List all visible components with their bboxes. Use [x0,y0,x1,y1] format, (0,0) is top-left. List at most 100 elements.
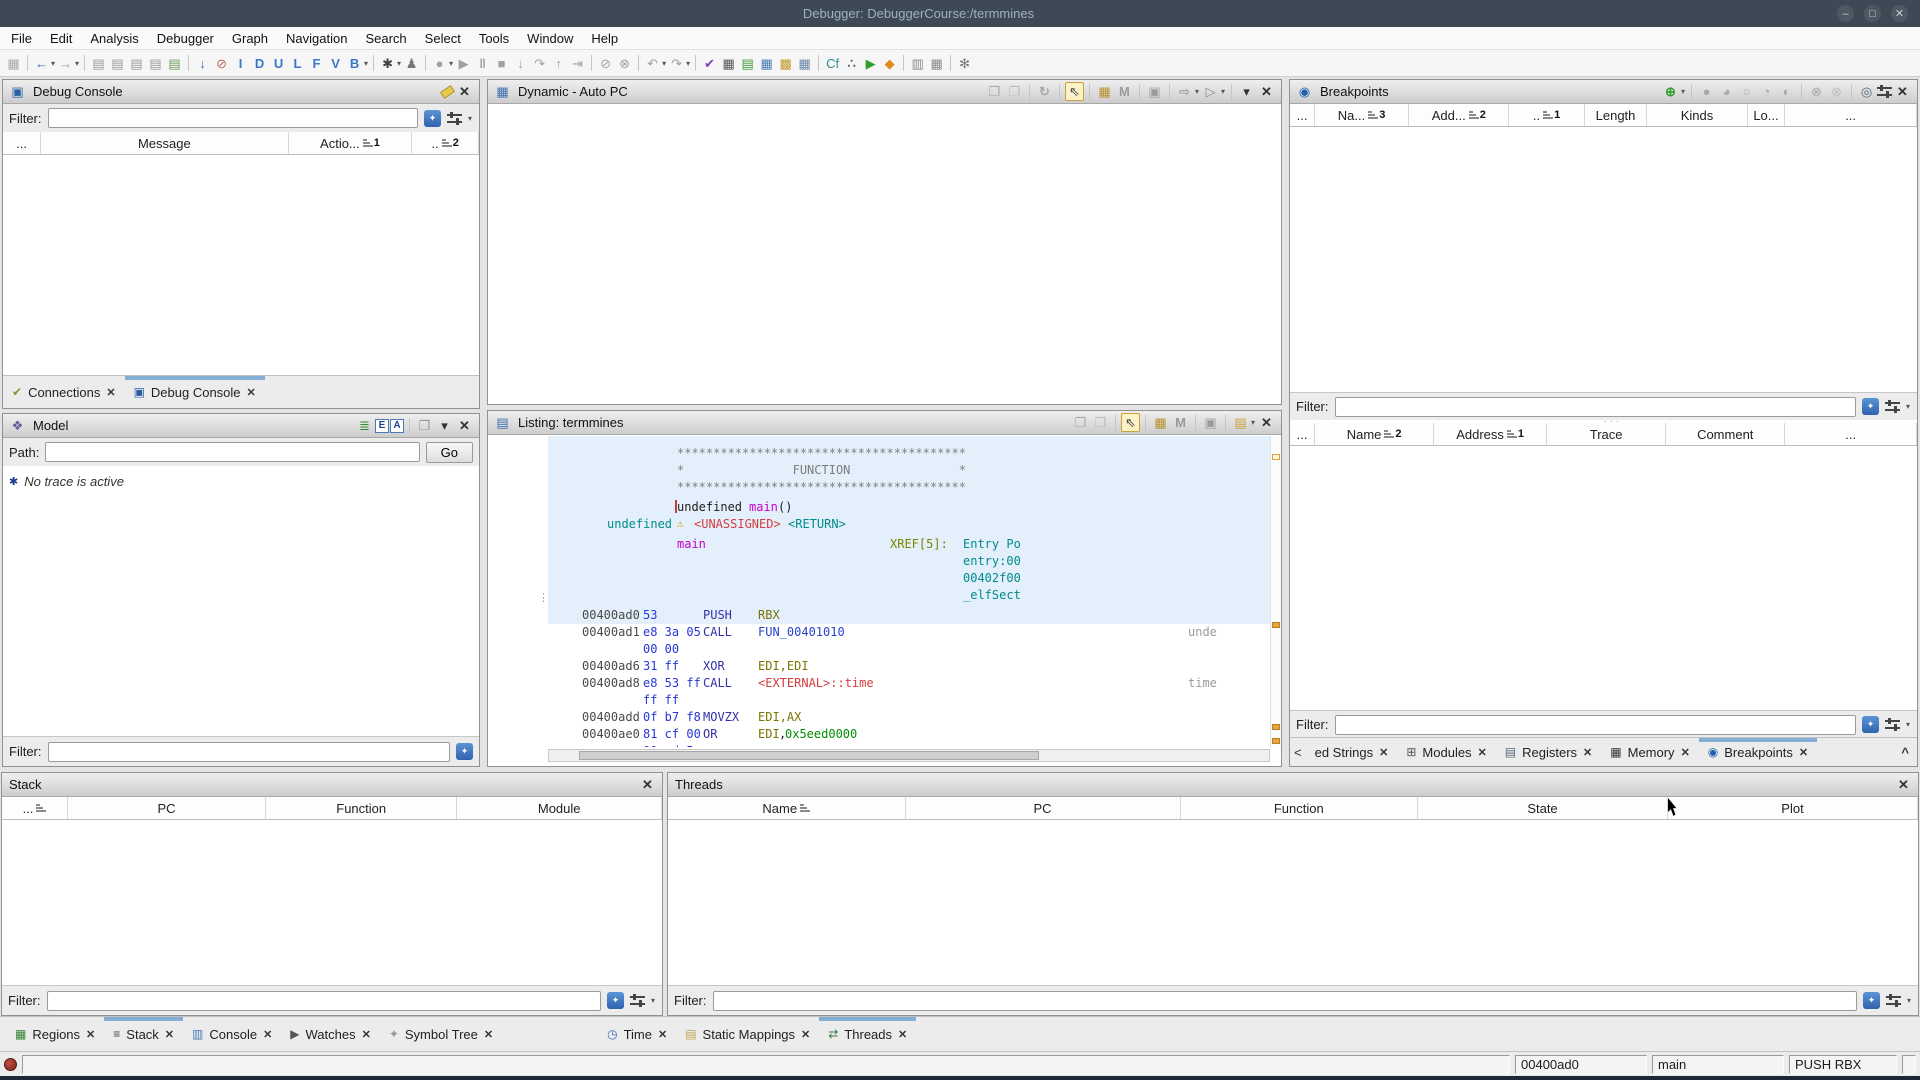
filter-clear-icon[interactable] [607,992,624,1009]
menu-tools[interactable]: Tools [470,29,518,48]
go-button[interactable]: Go [426,442,473,463]
col-name[interactable]: Na...3 [1315,104,1409,126]
listing-line[interactable]: **************************************** [548,446,1270,462]
track-cursor-icon[interactable]: ⇖ [1065,82,1084,101]
col-locations[interactable]: Lo... [1748,104,1786,126]
letter-f-icon[interactable]: F [307,54,326,73]
col-pc[interactable]: PC [906,797,1181,819]
col-address[interactable]: Address1 [1434,423,1547,445]
tab-close-icon[interactable]: ✕ [1379,746,1388,759]
filter-clear-icon[interactable] [1862,398,1879,415]
clear-selected-icon[interactable]: ⊗ [1827,82,1846,101]
paste-icon[interactable]: ❐ [1005,82,1024,101]
tab-threads[interactable]: ⇄Threads✕ [819,1017,916,1051]
filter-clear-icon[interactable] [456,743,473,760]
col-trace[interactable]: Trace [1547,423,1666,445]
listing-line[interactable]: 00400ad631 ffXOREDI,EDI [548,659,1270,675]
menu-window[interactable]: Window [518,29,582,48]
processor-options-icon[interactable]: ✻ [955,54,974,73]
tab-close-icon[interactable]: ✕ [86,1028,95,1041]
col-plot[interactable]: Plot [1668,797,1918,819]
undo-icon[interactable]: ↶ [643,54,662,73]
maximize-icon[interactable]: □ [1864,5,1881,22]
tab-close-icon[interactable]: ✕ [1583,746,1592,759]
menu-search[interactable]: Search [356,29,415,48]
column-settings-icon[interactable] [1877,85,1892,98]
compare-icon[interactable]: M [1171,413,1190,432]
col-module[interactable]: Module [457,797,662,819]
col-level[interactable]: ... [3,132,41,154]
paste-icon[interactable]: ❐ [1091,413,1110,432]
goto-icon-dropdown[interactable]: ▾ [1195,87,1199,96]
sync-table-icon[interactable]: ▦ [1151,413,1170,432]
listing-line[interactable]: 00400ad1e8 3a 05CALLFUN_00401010unde [548,625,1270,641]
tab-time[interactable]: ◷Time✕ [598,1017,676,1051]
close-icon[interactable]: ✕ [1894,775,1913,794]
col-sleigh[interactable]: ... [1785,423,1917,445]
bytes-viewer-icon[interactable]: ▥ [908,54,927,73]
tab-stack[interactable]: ≡Stack✕ [104,1017,183,1051]
redo-icon-dropdown[interactable]: ▾ [686,59,690,68]
listing-margin-marker[interactable] [1272,738,1280,744]
patch-instruction-icon[interactable]: ✔ [700,54,719,73]
track-cursor-icon[interactable]: ⇖ [1121,413,1140,432]
col-message[interactable]: Message [41,132,289,154]
letter-u-icon[interactable]: U [269,54,288,73]
filter-input[interactable] [1335,715,1856,735]
filter-clear-icon[interactable] [1862,716,1879,733]
window-layout-icon[interactable]: ▦ [795,54,814,73]
program-diff-icon[interactable]: ▤ [108,54,127,73]
filter-settings-dropdown-icon[interactable]: ▾ [1907,996,1911,1005]
close-icon[interactable]: ✕ [1257,82,1276,101]
copy-icon[interactable]: ❐ [1071,413,1090,432]
menu-select[interactable]: Select [416,29,470,48]
track-pc-icon[interactable]: ▷ [1201,82,1220,101]
close-icon[interactable]: ✕ [1257,413,1276,432]
filter-settings-dropdown-icon[interactable]: ▾ [651,996,655,1005]
tab-close-icon[interactable]: ✕ [1799,746,1808,759]
menu-analysis[interactable]: Analysis [81,29,147,48]
toggle-breakpoints-icon[interactable]: ◐ [1777,82,1796,101]
listing-line[interactable]: ff ff [548,693,1270,709]
program-refresh-icon[interactable]: ▤ [165,54,184,73]
listing-line[interactable]: 00400add0f b7 f8MOVZXEDI,AX [548,710,1270,726]
listing-line[interactable]: entry:00 [548,554,1270,570]
menu-file[interactable]: File [2,29,41,48]
listing-hscrollbar[interactable] [548,749,1270,762]
clear-console-icon[interactable] [440,84,455,98]
tab-close-icon[interactable]: ✕ [106,386,115,399]
program-export-icon[interactable]: ▤ [127,54,146,73]
col-sleigh[interactable]: ... [1785,104,1917,126]
enable-all-icon[interactable]: ● [1697,82,1716,101]
col-name[interactable]: Name [668,797,906,819]
tab-close-icon[interactable]: ✕ [484,1028,493,1041]
sync-table-icon[interactable]: ▦ [1095,82,1114,101]
tab-scroll-left-icon[interactable]: < [1290,738,1306,766]
tab-console[interactable]: ▥Console✕ [183,1017,281,1051]
navigate-down-icon[interactable]: ↓ [193,54,212,73]
symbol-table-icon[interactable]: ▤ [738,54,757,73]
disable-selected-icon[interactable]: ◔ [1757,82,1776,101]
tab-static-mappings[interactable]: ▤Static Mappings✕ [676,1017,819,1051]
undo-icon-dropdown[interactable]: ▾ [662,59,666,68]
tab-close-icon[interactable]: ✕ [263,1028,272,1041]
tab-close-icon[interactable]: ✕ [165,1028,174,1041]
search-table-icon[interactable]: ◎ [1857,82,1876,101]
interrupt-icon[interactable]: ⊘ [596,54,615,73]
close-icon[interactable]: ✕ [1893,82,1912,101]
collapse-tabs-icon[interactable]: ^ [1893,738,1917,766]
tab-close-icon[interactable]: ✕ [801,1028,810,1041]
filter-settings-icon[interactable] [630,994,645,1007]
menu-edit[interactable]: Edit [41,29,81,48]
listing-margin-marker[interactable] [1272,724,1280,730]
tab-close-icon[interactable]: ✕ [898,1028,907,1041]
add-breakpoint-icon-dropdown[interactable]: ▾ [1681,87,1685,96]
pause-icon[interactable]: ‖ [473,54,492,73]
tab-regions[interactable]: ▦Regions✕ [6,1017,104,1051]
letter-d-icon[interactable]: D [250,54,269,73]
step-last-icon[interactable]: ⇥ [568,54,587,73]
tab-connections[interactable]: ✔Connections✕ [3,376,125,408]
stop-icon[interactable]: ■ [492,54,511,73]
open-archive-icon[interactable]: ▩ [776,54,795,73]
function-graph-icon[interactable]: ∴ [842,54,861,73]
